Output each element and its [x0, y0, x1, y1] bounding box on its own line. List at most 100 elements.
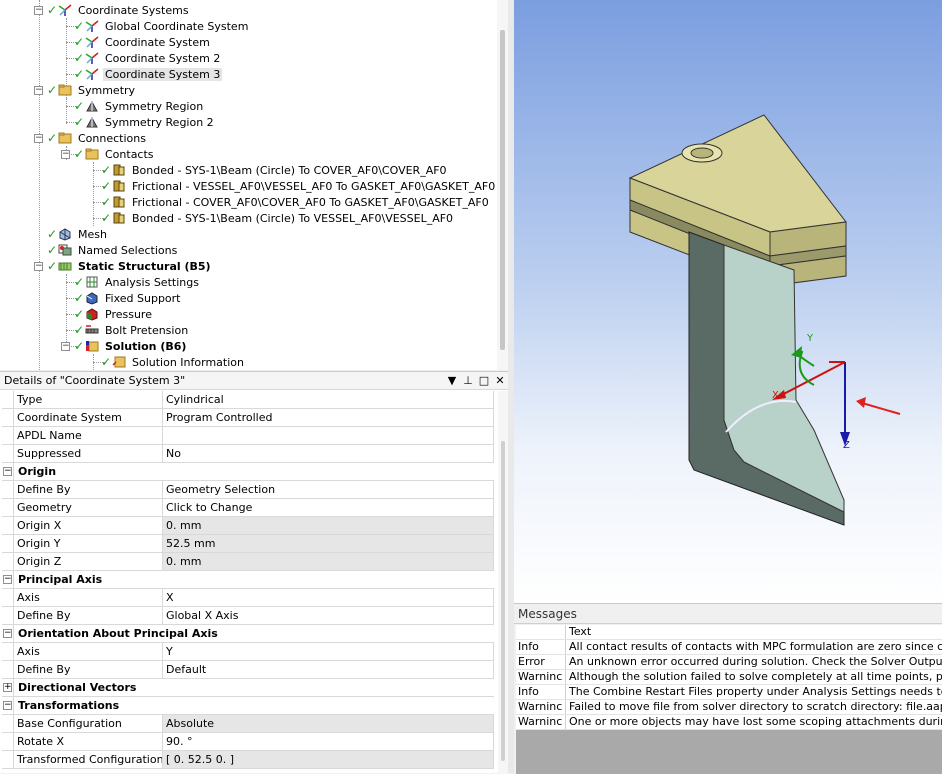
- details-row-value[interactable]: Cylindrical: [163, 391, 494, 408]
- details-group-header[interactable]: − Orientation About Principal Axis: [2, 625, 494, 643]
- details-row-value[interactable]: 0. mm: [163, 517, 494, 534]
- details-row: Define By Global X Axis: [2, 607, 494, 625]
- details-row-key: Coordinate System: [13, 409, 163, 426]
- tree-item[interactable]: ✓ Coordinate System 3: [61, 66, 223, 82]
- collapse-toggle-icon[interactable]: −: [34, 5, 43, 15]
- details-row-key: Origin Y: [13, 535, 163, 552]
- details-row-value[interactable]: 0. mm: [163, 553, 494, 570]
- details-group-header[interactable]: + Directional Vectors: [2, 679, 494, 697]
- group-toggle-icon[interactable]: −: [3, 575, 12, 584]
- tree-item[interactable]: ✓ Fixed Support: [61, 290, 183, 306]
- details-row-value[interactable]: [ 0. 52.5 0. ]: [163, 751, 494, 768]
- details-row-value[interactable]: 52.5 mm: [163, 535, 494, 552]
- message-row[interactable]: Info All contact results of contacts with…: [516, 640, 942, 655]
- dropdown-icon[interactable]: ▼: [444, 374, 460, 387]
- tree-item[interactable]: ✓ Solution Information: [88, 354, 246, 370]
- collapse-toggle-icon[interactable]: −: [61, 149, 70, 159]
- collapse-toggle-icon[interactable]: −: [34, 85, 43, 95]
- details-scroll-thumb[interactable]: [501, 441, 505, 761]
- model-view: X Y Z: [628, 114, 901, 526]
- tree-item[interactable]: − ✓ Contacts: [61, 146, 156, 162]
- collapse-toggle-icon[interactable]: −: [34, 133, 43, 143]
- details-row-value[interactable]: X: [163, 589, 494, 606]
- status-check-icon: ✓: [47, 131, 58, 145]
- tree-item[interactable]: ✓ Coordinate System 2: [61, 50, 222, 66]
- tree-scrollbar[interactable]: [497, 0, 508, 370]
- details-row-value[interactable]: Absolute: [163, 715, 494, 732]
- collapse-toggle-icon[interactable]: −: [61, 341, 70, 351]
- tree-item[interactable]: ✓ Symmetry Region 2: [61, 114, 216, 130]
- tree-item[interactable]: ✓ Mesh: [34, 226, 109, 242]
- tree-item[interactable]: ✓ Named Selections: [34, 242, 179, 258]
- details-row-key: Rotate X: [13, 733, 163, 750]
- details-table: Type Cylindrical Coordinate System Program …: [2, 391, 494, 769]
- status-check-icon: ✓: [101, 211, 112, 225]
- tree-item[interactable]: ✓ Symmetry Region: [61, 98, 205, 114]
- analysis-settings-icon: [85, 275, 99, 289]
- details-row-key: Axis: [13, 589, 163, 606]
- details-row-value[interactable]: Geometry Selection: [163, 481, 494, 498]
- status-check-icon: ✓: [101, 163, 112, 177]
- tree-item[interactable]: − ✓ Coordinate Systems: [34, 2, 191, 18]
- tree-item[interactable]: ✓ Bolt Pretension: [61, 322, 190, 338]
- tree-item[interactable]: ✓ Coordinate System: [61, 34, 212, 50]
- status-check-icon: ✓: [74, 307, 85, 321]
- tree-item-label: Coordinate System 2: [105, 51, 221, 65]
- details-row-value[interactable]: Click to Change: [163, 499, 494, 516]
- details-row-value[interactable]: [163, 427, 494, 444]
- message-row[interactable]: Warninc Although the solution failed to s…: [516, 670, 942, 685]
- contact-icon: [112, 211, 126, 225]
- details-row-value[interactable]: Default: [163, 661, 494, 678]
- pin-icon[interactable]: ⊥: [460, 374, 476, 387]
- tree-item[interactable]: ✓ Frictional - VESSEL_AF0\VESSEL_AF0 To G…: [88, 178, 497, 194]
- group-toggle-icon[interactable]: −: [3, 467, 12, 476]
- details-group-header[interactable]: − Origin: [2, 463, 494, 481]
- details-row-key: Suppressed: [13, 445, 163, 462]
- message-row[interactable]: Warninc Failed to move file from solver d…: [516, 700, 942, 715]
- status-check-icon: ✓: [74, 291, 85, 305]
- group-toggle-icon[interactable]: +: [3, 683, 12, 692]
- details-row-key: Define By: [13, 481, 163, 498]
- coordinate-axis-icon: [85, 67, 99, 81]
- details-row-value[interactable]: 90. °: [163, 733, 494, 750]
- tree-item[interactable]: ✓ Frictional - COVER_AF0\COVER_AF0 To GAS…: [88, 194, 491, 210]
- details-row: Axis X: [2, 589, 494, 607]
- details-scrollbar[interactable]: [498, 391, 508, 774]
- tree-item[interactable]: ✓ Analysis Settings: [61, 274, 201, 290]
- tree-item[interactable]: ✓ Global Coordinate System: [61, 18, 250, 34]
- status-check-icon: ✓: [74, 275, 85, 289]
- group-toggle-icon[interactable]: −: [3, 629, 12, 638]
- group-toggle-icon[interactable]: −: [3, 701, 12, 710]
- contact-icon: [112, 195, 126, 209]
- tree-item[interactable]: − ✓ Connections: [34, 130, 148, 146]
- tree-item-label: Symmetry Region 2: [105, 115, 214, 129]
- tree-item[interactable]: − ✓ Static Structural (B5): [34, 258, 213, 274]
- type-column-header[interactable]: [516, 625, 566, 639]
- details-row-value[interactable]: Y: [163, 643, 494, 660]
- details-group-header[interactable]: − Transformations: [2, 697, 494, 715]
- details-row: Origin Y 52.5 mm: [2, 535, 494, 553]
- tree-item[interactable]: ✓ Bonded - SYS-1\Beam (Circle) To COVER_A…: [88, 162, 449, 178]
- tree-item[interactable]: ✓ Pressure: [61, 306, 154, 322]
- details-row-value[interactable]: No: [163, 445, 494, 462]
- details-row-value[interactable]: Global X Axis: [163, 607, 494, 624]
- message-row[interactable]: Warninc One or more objects may have lost…: [516, 715, 942, 730]
- restore-icon[interactable]: □: [476, 374, 492, 387]
- status-check-icon: ✓: [74, 19, 85, 33]
- message-text: One or more objects may have lost some s…: [569, 715, 942, 728]
- tree-scroll-thumb[interactable]: [500, 30, 505, 350]
- details-row-value[interactable]: Program Controlled: [163, 409, 494, 426]
- message-row[interactable]: Info The Combine Restart Files property u…: [516, 685, 942, 700]
- tree-item[interactable]: ✓ Bonded - SYS-1\Beam (Circle) To VESSEL_…: [88, 210, 455, 226]
- text-column-header[interactable]: Text: [566, 625, 942, 639]
- tree-item[interactable]: − ✓ Symmetry: [34, 82, 137, 98]
- collapse-toggle-icon[interactable]: −: [34, 261, 43, 271]
- details-group-header[interactable]: − Principal Axis: [2, 571, 494, 589]
- messages-rows: Info All contact results of contacts with…: [516, 640, 942, 730]
- details-row-key: Transformed Configuration: [13, 751, 163, 768]
- message-row[interactable]: Error An unknown error occurred during so…: [516, 655, 942, 670]
- contact-icon: [112, 179, 126, 193]
- graphics-viewport[interactable]: X Y Z: [514, 0, 942, 603]
- close-icon[interactable]: ✕: [492, 374, 508, 387]
- tree-item[interactable]: − ✓ Solution (B6): [61, 338, 188, 354]
